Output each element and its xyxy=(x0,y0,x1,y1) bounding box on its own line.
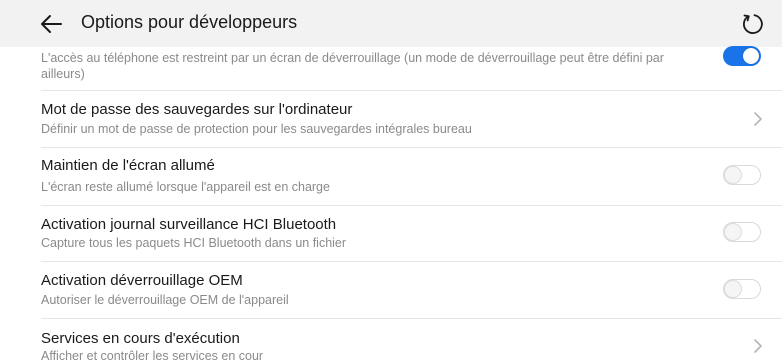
settings-row-bluetooth-hci-log[interactable]: Activation journal surveillance HCI Blue… xyxy=(0,206,782,261)
back-button[interactable] xyxy=(36,9,68,39)
toggle-switch[interactable] xyxy=(723,46,761,66)
row-title: Services en cours d'exécution xyxy=(41,330,240,347)
row-subtitle: Afficher et contrôler les services en co… xyxy=(41,349,264,361)
page-title: Options pour développeurs xyxy=(81,12,298,32)
chevron-right-icon xyxy=(754,339,762,353)
row-subtitle: Définir un mot de passe de protection po… xyxy=(41,122,472,136)
settings-row-running-services[interactable]: Services en cours d'exécution Afficher e… xyxy=(0,319,782,361)
row-title: Mot de passe des sauvegardes sur l'ordin… xyxy=(41,101,353,118)
row-title: Maintien de l'écran allumé xyxy=(41,157,215,174)
row-subtitle: Autoriser le déverrouillage OEM de l'app… xyxy=(41,293,289,307)
toggle-switch[interactable] xyxy=(723,165,761,185)
row-subtitle: ailleurs) xyxy=(41,67,85,81)
row-title: Activation journal surveillance HCI Blue… xyxy=(41,216,337,233)
settings-row-stay-awake[interactable]: Maintien de l'écran allumé L'écran reste… xyxy=(0,148,782,205)
row-subtitle: L'accès au téléphone est restreint par u… xyxy=(41,51,664,65)
toggle-knob xyxy=(725,167,741,183)
settings-row-oem-unlock[interactable]: Activation déverrouillage OEM Autoriser … xyxy=(0,262,782,318)
settings-row-screen-lock[interactable]: L'accès au téléphone est restreint par u… xyxy=(0,46,782,91)
app-bar: Options pour développeurs xyxy=(0,0,782,47)
toggle-knob xyxy=(725,281,741,297)
chevron-right-icon xyxy=(754,112,762,126)
row-subtitle: Capture tous les paquets HCI Bluetooth d… xyxy=(41,236,347,250)
developer-options-screen: Options pour développeurs L'accès au tél… xyxy=(0,0,782,361)
settings-row-backup-password[interactable]: Mot de passe des sauvegardes sur l'ordin… xyxy=(0,91,782,147)
toggle-knob xyxy=(725,224,741,240)
toggle-knob xyxy=(743,48,759,64)
row-title: Activation déverrouillage OEM xyxy=(41,272,243,289)
back-arrow-icon xyxy=(41,15,62,33)
refresh-icon xyxy=(743,14,763,34)
row-subtitle: L'écran reste allumé lorsque l'appareil … xyxy=(41,180,330,194)
toggle-switch[interactable] xyxy=(723,279,761,299)
toggle-switch[interactable] xyxy=(723,222,761,242)
refresh-button[interactable] xyxy=(739,10,767,38)
